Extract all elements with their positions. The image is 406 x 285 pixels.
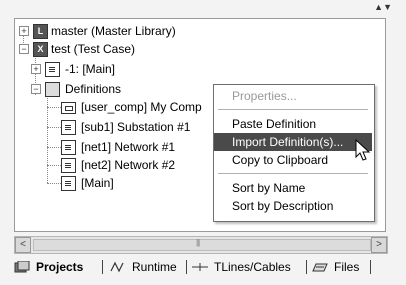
panel-tabs: Projects Runtime TLines/Cables Files: [14, 257, 406, 279]
collapse-minus-icon[interactable]: −: [31, 84, 41, 94]
menu-item-copy-to-clipboard[interactable]: Copy to Clipboard: [214, 151, 372, 169]
scroll-right-icon[interactable]: >: [371, 237, 387, 253]
menu-item-label: Paste Definition: [232, 117, 317, 131]
tab-label: Files: [334, 260, 360, 274]
scrollbar-thumb[interactable]: [33, 238, 371, 251]
document-icon: [61, 140, 76, 155]
context-menu: Properties... Paste Definition Import De…: [213, 84, 375, 222]
tree-item-definitions[interactable]: − Definitions: [31, 81, 231, 97]
menu-item-paste-definition[interactable]: Paste Definition: [214, 115, 372, 133]
tab-label: Runtime: [132, 260, 177, 274]
document-icon: [61, 176, 76, 191]
tab-projects[interactable]: Projects: [14, 257, 98, 277]
definitions-icon: [45, 82, 60, 97]
tree-item-main[interactable]: [Main]: [61, 175, 221, 191]
document-icon: [61, 120, 76, 135]
tree-item-label: -1: [Main]: [65, 62, 116, 76]
files-icon: [312, 263, 328, 272]
tree-item-label: Definitions: [65, 82, 122, 96]
tree-item-label: [net2] Network #2: [81, 158, 176, 172]
runtime-icon: [110, 261, 124, 273]
tree-item-label: master (Master Library): [51, 24, 176, 38]
tab-tlines-cables[interactable]: TLines/Cables: [192, 257, 302, 277]
tab-divider: [306, 260, 307, 274]
tree-item-label: [net1] Network #1: [81, 140, 176, 154]
expand-plus-icon[interactable]: +: [31, 64, 41, 74]
tree-item-test[interactable]: − X test (Test Case): [19, 41, 219, 57]
testcase-icon: X: [33, 42, 48, 57]
scroll-left-icon[interactable]: <: [15, 237, 31, 253]
tree-connector: [47, 107, 61, 108]
tree-connector: [47, 127, 61, 128]
tab-label: TLines/Cables: [214, 260, 291, 274]
document-icon: [45, 62, 60, 77]
library-icon: L: [33, 24, 48, 39]
tree-item-net2[interactable]: [net2] Network #2: [61, 157, 221, 173]
menu-item-import-definitions[interactable]: Import Definition(s)...: [214, 133, 372, 151]
tree-connector: [47, 183, 61, 184]
tree-item-label: [Main]: [81, 176, 114, 190]
tree-item-main-1[interactable]: + -1: [Main]: [31, 61, 231, 77]
tab-runtime[interactable]: Runtime: [110, 257, 184, 277]
menu-divider: [218, 173, 368, 174]
horizontal-scrollbar[interactable]: < >: [14, 236, 388, 254]
tree-item-user-comp[interactable]: [user_comp] My Comp: [61, 99, 221, 115]
menu-divider: [218, 109, 368, 110]
tlines-icon: [192, 263, 208, 271]
projects-icon: [14, 261, 30, 273]
menu-item-label: Properties...: [232, 89, 297, 103]
component-icon: [61, 102, 76, 114]
collapse-minus-icon[interactable]: −: [19, 44, 29, 54]
menu-item-label: Import Definition(s)...: [232, 135, 344, 149]
tab-divider: [102, 260, 103, 274]
tree-connector: [47, 165, 61, 166]
tab-files[interactable]: Files: [312, 257, 366, 277]
tree-connector: [47, 95, 48, 183]
menu-item-label: Copy to Clipboard: [232, 153, 329, 167]
menu-item-sort-by-name[interactable]: Sort by Name: [214, 179, 372, 197]
menu-item-sort-by-description[interactable]: Sort by Description: [214, 197, 372, 215]
project-panel: ▲▼ + L master (Master Library) − X test …: [0, 0, 406, 285]
menu-item-label: Sort by Description: [232, 199, 334, 213]
document-icon: [61, 158, 76, 173]
menu-item-properties[interactable]: Properties...: [214, 87, 372, 105]
menu-item-label: Sort by Name: [232, 181, 306, 195]
tab-divider: [370, 260, 371, 274]
tree-item-master[interactable]: + L master (Master Library): [19, 23, 219, 39]
mouse-pointer-icon: [355, 139, 371, 161]
tree-item-label: [sub1] Substation #1: [81, 120, 191, 134]
tab-divider: [186, 260, 187, 274]
tab-label: Projects: [36, 260, 84, 274]
tree-item-net1[interactable]: [net1] Network #1: [61, 139, 221, 155]
panel-dropdown-arrows-icon[interactable]: ▲▼: [374, 3, 392, 12]
tree-connector: [47, 147, 61, 148]
tree-item-label: test (Test Case): [51, 42, 136, 56]
panel-title-bar: ▲▼: [0, 0, 406, 14]
expand-plus-icon[interactable]: +: [19, 26, 29, 36]
tree-item-label: [user_comp] My Comp: [81, 100, 202, 114]
tree-item-sub1[interactable]: [sub1] Substation #1: [61, 119, 221, 135]
